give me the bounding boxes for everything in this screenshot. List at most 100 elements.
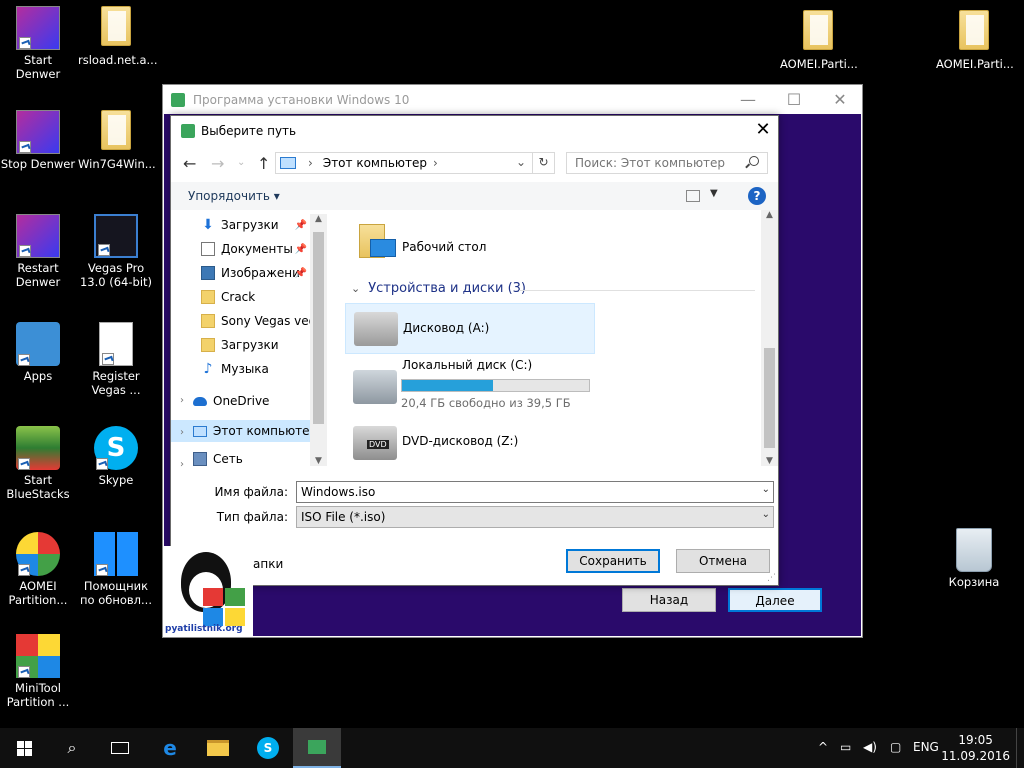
- desktop-icon-rsload[interactable]: rsload.net.a...: [78, 6, 158, 67]
- desktop-folder-icon: [359, 224, 396, 258]
- desktop-icon-register-vegas[interactable]: Register Vegas ...: [78, 322, 154, 397]
- desktop-icon-aomei-folder-2[interactable]: AOMEI.Parti...: [936, 10, 1014, 71]
- close-button[interactable]: ✕: [817, 85, 863, 114]
- network-tray-icon[interactable]: ▭: [840, 740, 851, 754]
- up-arrow-icon[interactable]: ↑: [257, 154, 270, 173]
- filename-dropdown-icon[interactable]: ⌄: [762, 484, 770, 495]
- view-dropdown-icon[interactable]: ▼: [710, 188, 718, 199]
- desktop-icon-apps[interactable]: Apps: [0, 322, 76, 383]
- setup-app-icon: [308, 740, 326, 754]
- next-button[interactable]: Далее: [728, 588, 822, 612]
- address-bar[interactable]: › Этот компьютер › ⌄ ↻: [275, 152, 555, 174]
- nav-item-pictures[interactable]: Изображени 📌: [201, 262, 311, 284]
- expand-chevron-icon[interactable]: ›: [180, 459, 184, 470]
- taskbar-windows-setup[interactable]: [293, 728, 341, 768]
- save-button[interactable]: Сохранить: [566, 549, 660, 573]
- desktop-icon-minitool[interactable]: MiniTool Partition ...: [0, 634, 76, 709]
- collapse-chevron-icon[interactable]: ⌄: [351, 282, 360, 295]
- desktop-icon-vegas-pro[interactable]: Vegas Pro 13.0 (64-bit): [78, 214, 154, 289]
- start-button[interactable]: [0, 728, 48, 768]
- nav-item-music[interactable]: ♪ Музыка: [201, 358, 311, 380]
- nav-item-sony-vegas[interactable]: Sony Vegas vega: [201, 310, 311, 332]
- nav-item-downloads[interactable]: ⬇ Загрузки 📌: [201, 214, 311, 236]
- dialog-titlebar[interactable]: Выберите путь: [171, 116, 778, 146]
- floppy-drive-icon: [354, 312, 398, 346]
- desktop-icon-aomei[interactable]: AOMEI Partition...: [0, 532, 76, 607]
- scroll-up-icon[interactable]: ▲: [310, 214, 327, 224]
- desktop-icon-recycle-bin[interactable]: Корзина: [936, 528, 1012, 589]
- content-scroll-thumb[interactable]: [764, 348, 775, 448]
- task-view-button[interactable]: [96, 728, 144, 768]
- cancel-button[interactable]: Отмена: [676, 549, 770, 573]
- nav-scrollbar[interactable]: ▲ ▼: [310, 214, 327, 466]
- taskbar-skype[interactable]: S: [244, 728, 292, 768]
- folder-desktop[interactable]: Рабочий стол: [345, 218, 595, 268]
- denwer-icon: [16, 6, 60, 50]
- nav-item-onedrive[interactable]: OneDrive: [193, 390, 311, 412]
- filetype-dropdown-icon[interactable]: ⌄: [762, 509, 770, 520]
- filetype-row: Тип файла: ISO File (*.iso) ⌄: [171, 506, 778, 528]
- scroll-up-icon[interactable]: ▲: [761, 210, 778, 220]
- show-desktop-button[interactable]: [1016, 728, 1024, 768]
- folder-icon: [201, 314, 215, 328]
- desktop-icon-aomei-folder-1[interactable]: AOMEI.Parti...: [780, 10, 858, 71]
- network-icon: [193, 452, 207, 466]
- setup-app-icon: [171, 92, 185, 107]
- desktop-icon-start-bluestacks[interactable]: Start BlueStacks: [0, 426, 76, 501]
- file-explorer-icon: [207, 740, 229, 756]
- organize-button[interactable]: Упорядочить ▾: [188, 189, 280, 203]
- clock-date: 11.09.2016: [941, 749, 1010, 763]
- drive-z[interactable]: DVD DVD-дисковод (Z:): [345, 418, 595, 466]
- download-icon: ⬇: [202, 217, 214, 233]
- nav-item-downloads-folder[interactable]: Загрузки: [201, 334, 311, 356]
- devices-group-header[interactable]: ⌄ Устройства и диски (3): [351, 281, 526, 296]
- scroll-down-icon[interactable]: ▼: [310, 456, 327, 466]
- desktop-icon-restart-denwer[interactable]: Restart Denwer: [0, 214, 76, 289]
- forward-arrow-icon[interactable]: →: [211, 154, 224, 173]
- clock[interactable]: 19:05 11.09.2016: [941, 732, 1010, 764]
- minimize-button[interactable]: —: [725, 85, 771, 114]
- filetype-label: Тип файла:: [216, 510, 288, 524]
- language-indicator[interactable]: ENG: [913, 740, 939, 754]
- nav-scroll-thumb[interactable]: [313, 232, 324, 424]
- filetype-select[interactable]: ISO File (*.iso): [296, 506, 774, 528]
- taskbar-edge[interactable]: e: [146, 728, 194, 768]
- show-hidden-icons-icon[interactable]: ^: [818, 740, 828, 754]
- expand-chevron-icon[interactable]: ›: [180, 427, 184, 438]
- drive-a[interactable]: Дисковод (A:): [345, 303, 595, 354]
- breadcrumb-chevron-icon[interactable]: ›: [308, 156, 313, 170]
- desktop-icon-win7g4win[interactable]: Win7G4Win...: [78, 110, 156, 171]
- volume-icon[interactable]: ◀): [863, 740, 877, 754]
- desktop-icon-update-assistant[interactable]: Помощник по обновл...: [78, 532, 154, 607]
- dialog-close-button[interactable]: ✕: [748, 116, 778, 146]
- search-icon[interactable]: [749, 156, 759, 166]
- help-icon[interactable]: ?: [748, 187, 766, 205]
- search-taskbar-button[interactable]: ⌕: [48, 728, 96, 768]
- edge-document-icon: [99, 322, 133, 366]
- notification-message-icon[interactable]: ▢: [890, 740, 901, 754]
- address-dropdown-icon[interactable]: ⌄: [516, 155, 526, 169]
- back-button[interactable]: Назад: [622, 588, 716, 612]
- nav-item-documents[interactable]: Документы 📌: [201, 238, 311, 260]
- view-options-icon[interactable]: [686, 190, 700, 202]
- desktop-icon-skype[interactable]: S Skype: [78, 426, 154, 487]
- nav-item-this-pc[interactable]: Этот компьютер: [171, 420, 311, 442]
- resize-grip-icon[interactable]: ⋰: [767, 573, 776, 583]
- refresh-icon[interactable]: ↻: [532, 152, 554, 174]
- scroll-down-icon[interactable]: ▼: [761, 456, 778, 466]
- breadcrumb-chevron-icon[interactable]: ›: [433, 156, 438, 170]
- windows-logo-icon: [94, 532, 138, 576]
- filename-input[interactable]: [296, 481, 774, 503]
- back-arrow-icon[interactable]: ←: [183, 154, 196, 173]
- desktop-icon-start-denwer[interactable]: Start Denwer: [0, 6, 76, 81]
- breadcrumb-location[interactable]: Этот компьютер: [323, 156, 427, 170]
- recent-chevron-icon[interactable]: ⌄: [237, 157, 245, 168]
- desktop-icon-stop-denwer[interactable]: Stop Denwer: [0, 110, 76, 171]
- search-input[interactable]: [566, 152, 768, 174]
- content-scrollbar[interactable]: ▲ ▼: [761, 210, 778, 466]
- expand-chevron-icon[interactable]: ›: [180, 395, 184, 406]
- hide-folders-toggle[interactable]: апки: [253, 557, 283, 571]
- taskbar-explorer[interactable]: [194, 728, 242, 768]
- nav-item-crack[interactable]: Crack: [201, 286, 311, 308]
- nav-item-network[interactable]: Сеть: [193, 452, 311, 466]
